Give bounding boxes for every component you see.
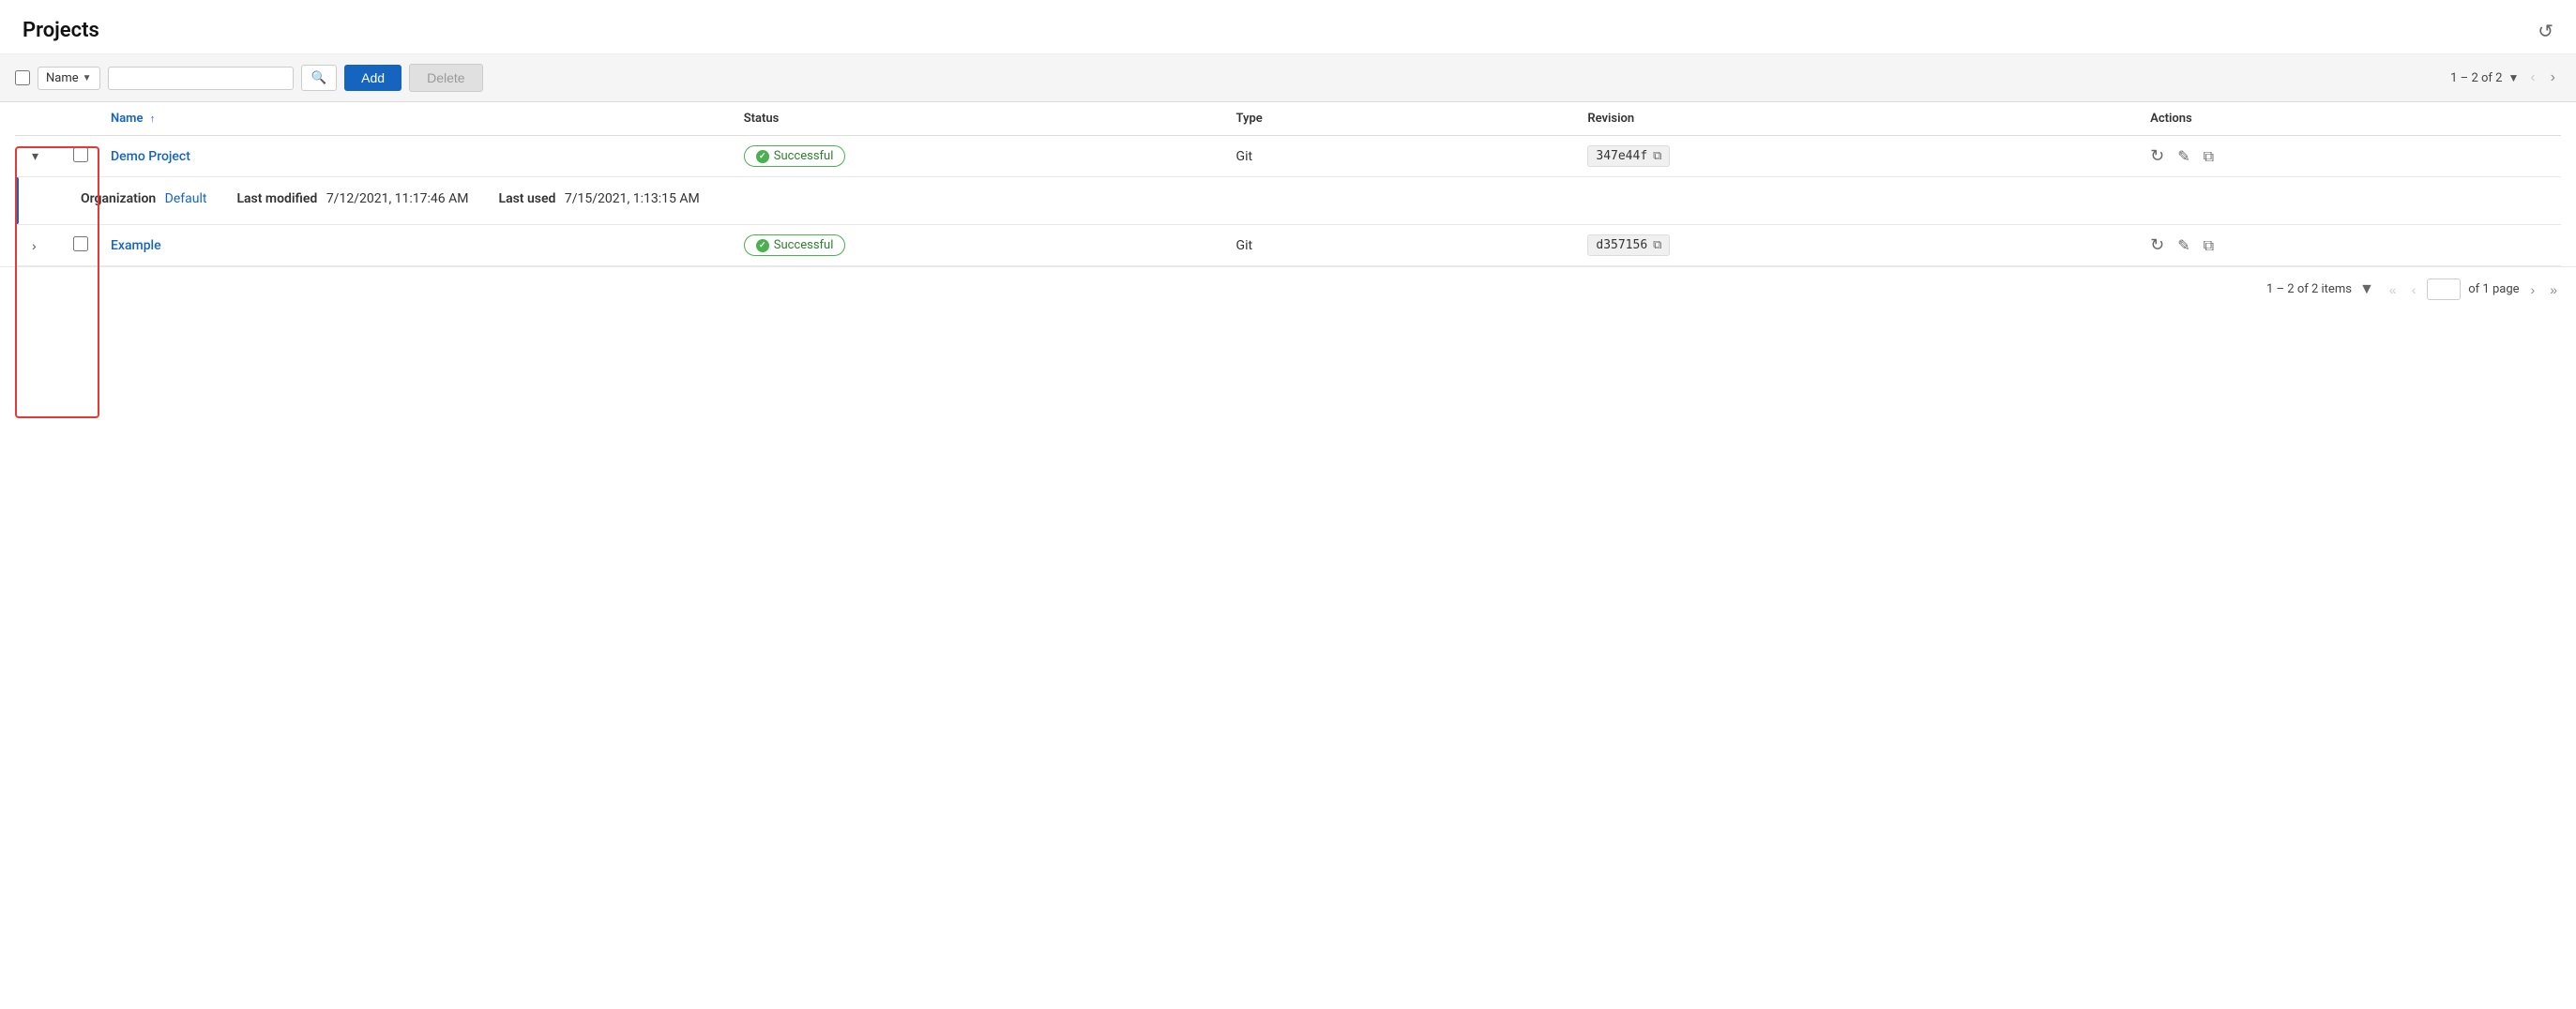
status-badge: Successful <box>744 145 846 167</box>
refresh-icon[interactable]: ↻ <box>2150 235 2164 255</box>
table-container: Name ↑ Status Type Revision Actions ▾ <box>0 102 2576 266</box>
status-success-icon <box>756 150 769 163</box>
revision-cell: d357156 ⧉ <box>1576 225 2139 266</box>
actions-wrap: ↻ ✎ ⧉ <box>2150 146 2550 166</box>
toolbar: Name ▼ 🔍 Add Delete 1 – 2 of 2 ▼ ‹ › <box>0 54 2576 102</box>
revision-badge: 347e44f ⧉ <box>1587 145 1670 167</box>
last-modified-label: Last modified <box>236 191 317 206</box>
items-info: 1 – 2 of 2 items <box>2266 282 2352 296</box>
items-per-page-dropdown[interactable]: ▼ <box>2356 279 2378 300</box>
page-header: Projects ↺ <box>0 0 2576 54</box>
next-page-button[interactable]: › <box>2545 68 2561 88</box>
toolbar-right: 1 – 2 of 2 ▼ ‹ › <box>2450 68 2561 88</box>
check-col-header <box>62 102 99 136</box>
actions-cell: ↻ ✎ ⧉ <box>2139 225 2561 266</box>
expanded-detail-cell: Organization Default Last modified 7/12/… <box>62 177 2561 225</box>
next-page-bottom-button[interactable]: › <box>2527 280 2539 299</box>
page-number-input[interactable]: 1 <box>2427 279 2461 300</box>
actions-cell: ↻ ✎ ⧉ <box>2139 136 2561 177</box>
project-name-link[interactable]: Demo Project <box>111 149 190 164</box>
table-header: Name ↑ Status Type Revision Actions <box>15 102 2561 136</box>
add-button[interactable]: Add <box>344 65 402 91</box>
revision-badge: d357156 ⧉ <box>1587 234 1670 256</box>
history-icon[interactable]: ↺ <box>2538 20 2553 42</box>
bottom-pagination: 1 – 2 of 2 items ▼ « ‹ 1 of 1 page › » <box>0 266 2576 311</box>
name-filter-dropdown[interactable]: Name ▼ <box>38 67 100 90</box>
search-input-wrap <box>108 67 294 90</box>
search-icon: 🔍 <box>311 70 327 85</box>
type-cell: Git <box>1225 225 1577 266</box>
status-cell: Successful <box>733 225 1225 266</box>
org-value-link[interactable]: Default <box>165 191 207 206</box>
prev-page-bottom-button[interactable]: ‹ <box>2408 280 2420 299</box>
expanded-detail-section: Organization Default Last modified 7/12/… <box>81 191 2550 206</box>
revision-col-header: Revision <box>1576 102 2139 136</box>
status-cell: Successful <box>733 136 1225 177</box>
type-cell: Git <box>1225 136 1577 177</box>
expand-cell[interactable]: › <box>15 225 62 266</box>
collapse-button[interactable]: ▾ <box>26 146 44 166</box>
table-wrapper: Name ↑ Status Type Revision Actions ▾ <box>15 102 2561 266</box>
table-row: ▾ Demo Project Successful Git <box>15 136 2561 177</box>
copy-revision-icon[interactable]: ⧉ <box>1653 238 1661 252</box>
first-page-button[interactable]: « <box>2386 280 2401 299</box>
select-all-checkbox[interactable] <box>15 70 30 85</box>
clone-icon[interactable]: ⧉ <box>2204 236 2214 255</box>
expand-cell[interactable]: ▾ <box>15 136 62 177</box>
edit-icon[interactable]: ✎ <box>2177 236 2190 254</box>
last-modified-value: 7/12/2021, 11:17:46 AM <box>326 191 469 206</box>
refresh-icon[interactable]: ↻ <box>2150 146 2164 166</box>
delete-button: Delete <box>409 64 482 92</box>
search-button[interactable]: 🔍 <box>301 65 338 91</box>
name-sort-asc-icon: ↑ <box>150 113 156 125</box>
actions-col-header: Actions <box>2139 102 2561 136</box>
last-used-label: Last used <box>499 191 556 206</box>
actions-wrap: ↻ ✎ ⧉ <box>2150 235 2550 255</box>
toolbar-left: Name ▼ 🔍 Add Delete <box>15 64 2443 92</box>
name-filter-label: Name <box>46 71 79 85</box>
of-page-text: of 1 page <box>2468 282 2519 296</box>
project-name-cell: Demo Project <box>99 136 733 177</box>
page-title: Projects <box>23 19 99 42</box>
org-label: Organization <box>81 191 156 206</box>
dropdown-rows-btn[interactable]: ▼ <box>2508 71 2519 84</box>
status-col-header: Status <box>733 102 1225 136</box>
copy-revision-icon[interactable]: ⧉ <box>1653 149 1661 163</box>
expanded-detail-row: Organization Default Last modified 7/12/… <box>15 177 2561 225</box>
project-name-link[interactable]: Example <box>111 238 161 253</box>
expand-button[interactable]: › <box>26 236 42 255</box>
project-name-cell: Example <box>99 225 733 266</box>
items-per-page: 1 – 2 of 2 items ▼ <box>2266 279 2378 300</box>
filter-chevron-down-icon: ▼ <box>83 73 92 83</box>
last-used-value: 7/15/2021, 1:13:15 AM <box>565 191 700 206</box>
check-cell[interactable] <box>62 136 99 177</box>
expand-col-header <box>15 102 62 136</box>
projects-table: Name ↑ Status Type Revision Actions ▾ <box>15 102 2561 266</box>
last-page-bottom-button[interactable]: » <box>2546 280 2561 299</box>
type-col-header: Type <box>1225 102 1577 136</box>
pagination-info: 1 – 2 of 2 <box>2450 71 2502 85</box>
edit-icon[interactable]: ✎ <box>2177 147 2190 165</box>
revision-value: d357156 <box>1596 238 1647 252</box>
revision-cell: 347e44f ⧉ <box>1576 136 2139 177</box>
prev-page-button[interactable]: ‹ <box>2524 68 2540 88</box>
clone-icon[interactable]: ⧉ <box>2204 147 2214 166</box>
status-success-icon <box>756 239 769 252</box>
table-row: › Example Successful Git <box>15 225 2561 266</box>
status-badge: Successful <box>744 234 846 256</box>
revision-value: 347e44f <box>1596 149 1647 163</box>
table-body: ▾ Demo Project Successful Git <box>15 136 2561 266</box>
row-checkbox[interactable] <box>73 236 88 251</box>
search-input[interactable] <box>116 71 285 85</box>
row-checkbox[interactable] <box>73 147 88 162</box>
pagination-nav: ‹ › <box>2524 68 2561 88</box>
name-col-header[interactable]: Name ↑ <box>99 102 733 136</box>
check-cell[interactable] <box>62 225 99 266</box>
